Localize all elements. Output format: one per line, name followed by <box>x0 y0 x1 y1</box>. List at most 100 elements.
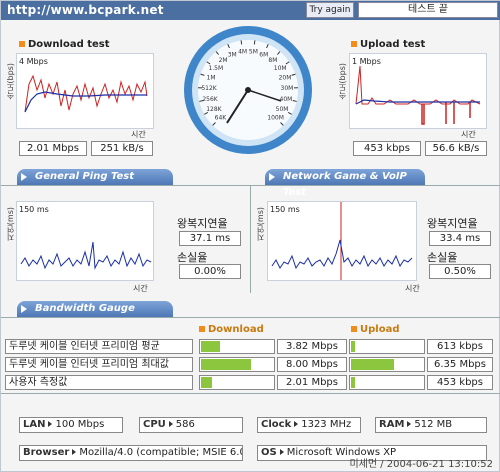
upload-bar-track <box>349 375 425 390</box>
bullet-icon <box>351 41 357 47</box>
gauge-tick-label: 4M <box>238 48 247 55</box>
upload-x-axis-label: 시간 <box>461 130 476 139</box>
upload-bar-fill <box>351 377 355 388</box>
speedtest-window: http://www.bcpark.net Try again 테스트 끝 Do… <box>0 0 500 472</box>
bandwidth-row-label: 두루넷 케이블 인터넷 프리미엄 평균 <box>5 339 193 354</box>
gauge-tick-label: 2M <box>219 57 228 64</box>
download-graph: 4 Mbps <box>16 53 154 129</box>
ping-series-line <box>20 241 152 270</box>
upload-title-text: Upload test <box>360 39 426 50</box>
bandwidth-row-label: 두루넷 케이블 인터넷 프리미엄 최대값 <box>5 357 193 372</box>
arrow-icon <box>21 305 27 313</box>
pointer-icon <box>48 421 53 427</box>
game-y-axis-label: 지연(ms) <box>256 207 265 242</box>
vertical-divider <box>250 185 251 293</box>
download-graph-svg: 4 Mbps <box>19 57 148 113</box>
general-ping-test-tab[interactable]: General Ping Test <box>17 169 173 185</box>
network-game-voip-test-tab[interactable]: Network Game & VoIP Test <box>265 169 425 198</box>
ping-x-axis-label: 시간 <box>133 284 148 293</box>
gauge-tick-label: 50M <box>276 106 289 113</box>
upload-bar-track <box>349 357 425 372</box>
download-value: 2.01 Mbps <box>277 375 347 390</box>
upload-y-axis-label: 속도(bps) <box>338 63 347 100</box>
download-bar-track <box>199 375 275 390</box>
download-series-line <box>24 74 148 113</box>
game-series-line <box>271 239 413 270</box>
gauge-tick <box>240 40 243 45</box>
lan-info: LAN 100 Mbps <box>19 417 123 433</box>
ping-scale-label: 150 ms <box>19 205 49 214</box>
download-value: 3.82 Mbps <box>277 339 347 354</box>
gauge-tick-label: 1.5M <box>208 65 223 72</box>
arrow-icon <box>21 173 27 181</box>
os-label: OS <box>261 447 277 458</box>
download-x-axis-label: 시간 <box>131 130 146 139</box>
game-rtt-value: 33.4 ms <box>429 231 491 246</box>
upload-graph: 1 Mbps <box>349 53 487 129</box>
bandwidth-row-label: 사용자 측정값 <box>5 375 193 390</box>
download-bar-track <box>199 357 275 372</box>
bullet-icon <box>199 326 205 332</box>
timestamp-stamp: 미세먼 / 2004-06-21 13:10:52 <box>349 459 493 470</box>
browser-info: Browser Mozilla/4.0 (compatible; MSIE 6.0 <box>19 445 243 461</box>
upload-bar-fill <box>351 359 394 370</box>
upload-scale-label: 1 Mbps <box>352 57 381 66</box>
upload-kbs-value: 56.6 kB/s <box>425 141 487 156</box>
bandwidth-gauge-tab[interactable]: Bandwidth Gauge <box>17 301 173 317</box>
gauge-tick-label: 6M <box>259 51 268 58</box>
game-graph: 150 ms <box>267 201 417 281</box>
download-kbs-value: 251 kB/s <box>91 141 153 156</box>
ping-graph-svg: 150 ms <box>19 205 152 270</box>
download-scale-label: 4 Mbps <box>19 57 48 66</box>
gauge-tick-label: 20M <box>279 75 292 82</box>
download-bar-fill <box>201 377 212 388</box>
try-again-button[interactable]: Try again <box>306 2 354 18</box>
download-title: Download test <box>19 39 110 50</box>
download-bar-fill <box>201 359 251 370</box>
bullet-icon <box>19 41 25 47</box>
site-url[interactable]: http://www.bcpark.net <box>7 3 164 17</box>
game-x-axis-label: 시간 <box>405 284 420 293</box>
gauge-tick-label: 256K <box>202 96 218 103</box>
gauge-tick-label: 3M <box>228 51 237 58</box>
bandwidth-download-header: Download <box>199 324 264 335</box>
ram-info: RAM 512 MB <box>375 417 487 433</box>
game-graph-svg: 150 ms <box>270 202 413 280</box>
game-loss-value: 0.50% <box>429 264 491 279</box>
bandwidth-divider <box>1 317 500 318</box>
upload-bar-fill <box>351 341 355 352</box>
gauge-tick-label: 10M <box>274 65 287 72</box>
gauge-tick-label: 100M <box>267 115 284 122</box>
pointer-icon <box>168 421 173 427</box>
download-title-text: Download test <box>28 39 110 50</box>
cpu-label: CPU <box>143 419 166 430</box>
ping-y-axis-label: 지연(ms) <box>6 207 15 242</box>
browser-value: Mozilla/4.0 (compatible; MSIE 6.0 <box>79 447 243 458</box>
upload-kbps-value: 453 kbps <box>353 141 421 156</box>
download-bar-fill <box>201 341 220 352</box>
gauge-tick-label: 64K <box>215 115 228 122</box>
bandwidth-gauge-label: Bandwidth Gauge <box>35 303 135 314</box>
gauge-hub <box>245 87 251 93</box>
game-loss-label: 손실율 <box>427 251 458 264</box>
ping-rtt-label: 왕복지연율 <box>177 217 228 230</box>
gauge-tick-label: 40M <box>280 96 293 103</box>
test-finished-label: 테스트 끝 <box>358 2 498 18</box>
upload-value: 453 kbps <box>427 375 493 390</box>
upload-bar-track <box>349 339 425 354</box>
download-bar-track <box>199 339 275 354</box>
upload-series-line <box>355 65 481 105</box>
ping-rtt-value: 37.1 ms <box>179 231 241 246</box>
system-divider <box>1 393 500 394</box>
game-scale-label: 150 ms <box>270 205 300 214</box>
gauge-tick-label: 1M <box>207 75 216 82</box>
upload-spikes <box>421 104 425 125</box>
speed-gauge: 64K 128K 256K 512K 1M 1.5M 2M 3M 4M 5M 6M 8M 10M 20M 3… <box>181 23 315 157</box>
pointer-icon <box>407 421 412 427</box>
pointer-icon <box>279 449 284 455</box>
bandwidth-download-header-text: Download <box>208 324 264 335</box>
lan-value: 100 Mbps <box>55 419 105 430</box>
ping-graph: 150 ms <box>16 201 154 281</box>
clock-info: Clock 1323 MHz <box>257 417 361 433</box>
gauge-tick-label: 5M <box>249 48 258 55</box>
